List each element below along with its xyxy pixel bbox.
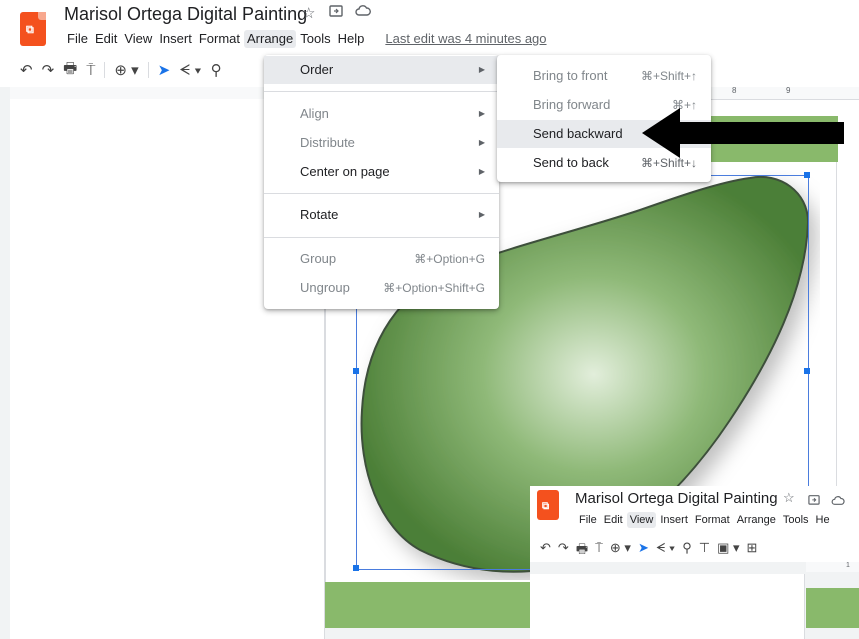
menu-view[interactable]: View xyxy=(121,30,155,48)
ruler-mark-1: 1 xyxy=(846,562,850,569)
arrange-menu: Order ▶ Align ▶ Distribute ▶ Center on p… xyxy=(264,55,499,309)
menu-item-label: Ungroup xyxy=(300,280,350,295)
text-box-icon[interactable]: ⊤ xyxy=(699,540,710,562)
document-title[interactable]: Marisol Ortega Digital Painting xyxy=(575,490,778,507)
menu-format[interactable]: Format xyxy=(692,512,733,528)
image-icon[interactable]: ▣ ▾ xyxy=(717,540,739,562)
star-icon[interactable]: ☆ xyxy=(302,4,315,22)
toolbar: ↶ ↷ 🖶 ⍑ ⊕ ▾ ➤ ᗕ ▾ ⚲ xyxy=(20,60,231,80)
select-pointer-icon[interactable]: ➤ xyxy=(158,61,171,79)
menu-bar: File Edit View Insert Format Arrange Too… xyxy=(64,30,551,48)
submenu-arrow-icon: ▶ xyxy=(478,65,485,74)
slides-logo[interactable]: ⧉ xyxy=(537,490,559,520)
menu-arrange[interactable]: Arrange xyxy=(244,30,297,48)
resize-handle-ne[interactable] xyxy=(804,172,810,178)
line-tool-icon[interactable]: ᗕ ▾ xyxy=(179,62,201,79)
menu-item-label: Send backward xyxy=(533,126,623,141)
menu-item-ungroup[interactable]: Ungroup ⌘+Option+Shift+G xyxy=(264,274,499,302)
menu-file[interactable]: File xyxy=(64,30,91,48)
cloud-status-icon[interactable] xyxy=(831,493,845,511)
zoom-icon[interactable]: ⊕ ▾ xyxy=(114,61,138,79)
menu-item-label: Align xyxy=(300,106,329,121)
menu-item-center-on-page[interactable]: Center on page ▶ xyxy=(264,158,499,186)
resize-handle-sw[interactable] xyxy=(353,565,359,571)
menu-item-shortcut: ⌘+Option+G xyxy=(414,252,485,266)
menu-item-label: Group xyxy=(300,251,337,266)
menu-tools[interactable]: Tools xyxy=(297,30,333,48)
zoom-icon[interactable]: ⊕ ▾ xyxy=(610,540,631,562)
folder-move-icon[interactable] xyxy=(808,492,820,510)
undo-icon[interactable]: ↶ xyxy=(20,61,33,79)
shape-tool-icon[interactable]: ⚲ xyxy=(211,61,222,79)
document-title[interactable]: Marisol Ortega Digital Painting xyxy=(64,4,307,25)
annotation-arrow-icon xyxy=(642,108,844,158)
menu-divider xyxy=(264,237,499,238)
menu-item-shortcut: ⌘+Shift+↑ xyxy=(640,69,697,83)
menu-item-label: Order xyxy=(300,62,334,77)
redo-icon[interactable]: ↷ xyxy=(42,61,55,79)
menu-item-label: Send to back xyxy=(533,155,609,170)
menu-item-order[interactable]: Order ▶ xyxy=(264,56,499,84)
cloud-status-icon[interactable] xyxy=(355,4,371,21)
menu-item-label: Rotate xyxy=(300,207,339,222)
redo-icon[interactable]: ↷ xyxy=(558,540,569,562)
submenu-arrow-icon: ▶ xyxy=(478,210,485,219)
resize-handle-w[interactable] xyxy=(353,368,359,374)
submenu-arrow-icon: ▶ xyxy=(478,138,485,147)
menu-divider xyxy=(264,91,499,92)
menu-file[interactable]: File xyxy=(576,512,600,528)
menu-help[interactable]: Help xyxy=(335,30,368,48)
menu-divider xyxy=(264,193,499,194)
print-icon[interactable]: 🖶 xyxy=(63,58,77,83)
select-pointer-icon[interactable]: ➤ xyxy=(638,540,649,562)
ruler-mark-8: 8 xyxy=(732,86,737,95)
menu-format[interactable]: Format xyxy=(196,30,243,48)
submenu-arrow-icon: ▶ xyxy=(478,109,485,118)
menu-item-label: Distribute xyxy=(300,135,355,150)
menu-tools[interactable]: Tools xyxy=(780,512,812,528)
filmstrip-panel xyxy=(530,574,804,639)
shape-tool-icon[interactable]: ⚲ xyxy=(682,540,692,562)
paint-format-icon[interactable]: ⍑ xyxy=(595,540,603,562)
menu-item-label: Bring to front xyxy=(533,68,608,83)
print-icon[interactable]: 🖶 xyxy=(576,540,588,562)
slide-edge xyxy=(804,574,805,639)
last-edit-link[interactable]: Last edit was 4 minutes ago xyxy=(382,30,549,48)
comment-icon[interactable]: ⊞ xyxy=(747,540,758,562)
undo-icon[interactable]: ↶ xyxy=(540,540,551,562)
menu-item-rotate[interactable]: Rotate ▶ xyxy=(264,201,499,229)
menu-view[interactable]: View xyxy=(626,512,657,528)
menu-help[interactable]: He xyxy=(813,512,833,528)
top-ruler: 1 xyxy=(806,562,859,572)
ruler-mark-9: 9 xyxy=(786,86,791,95)
green-bar[interactable] xyxy=(806,588,859,628)
menu-item-distribute[interactable]: Distribute ▶ xyxy=(264,129,499,157)
menu-item-shortcut: ⌘+Option+Shift+G xyxy=(383,281,485,295)
toolbar-divider xyxy=(147,62,149,78)
submenu-arrow-icon: ▶ xyxy=(478,167,485,176)
toolbar-divider xyxy=(104,62,106,78)
star-icon[interactable]: ☆ xyxy=(783,490,795,506)
menu-item-label: Center on page xyxy=(300,164,390,179)
folder-move-icon[interactable] xyxy=(329,4,343,21)
line-tool-icon[interactable]: ᗕ ▾ xyxy=(656,540,675,562)
paint-format-icon[interactable]: ⍑ xyxy=(86,62,95,79)
menu-edit[interactable]: Edit xyxy=(92,30,120,48)
slides-logo[interactable]: ⧉ xyxy=(20,12,46,46)
menu-item-align[interactable]: Align ▶ xyxy=(264,100,499,128)
menu-insert[interactable]: Insert xyxy=(156,30,195,48)
menu-item-bring-to-front[interactable]: Bring to front ⌘+Shift+↑ xyxy=(497,62,711,90)
menu-insert[interactable]: Insert xyxy=(657,512,691,528)
menu-arrange[interactable]: Arrange xyxy=(734,512,779,528)
menu-bar: File Edit View Insert Format Arrange Too… xyxy=(576,512,834,528)
menu-item-label: Bring forward xyxy=(533,97,611,112)
menu-item-group[interactable]: Group ⌘+Option+G xyxy=(264,245,499,273)
toolbar: ↶ ↷ 🖶 ⍑ ⊕ ▾ ➤ ᗕ ▾ ⚲ ⊤ ▣ ▾ ⊞ xyxy=(540,540,764,562)
menu-edit[interactable]: Edit xyxy=(601,512,626,528)
resize-handle-e[interactable] xyxy=(804,368,810,374)
